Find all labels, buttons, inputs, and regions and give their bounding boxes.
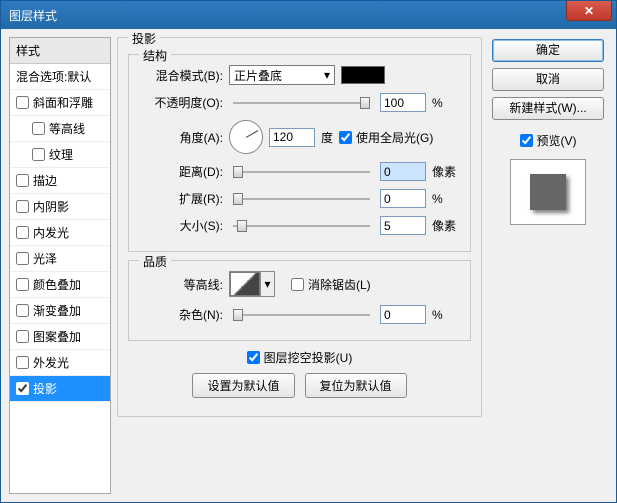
layer-style-dialog: 图层样式 ✕ 样式 混合选项:默认 斜面和浮雕等高线纹理描边内阴影内发光光泽颜色… bbox=[0, 0, 617, 503]
cancel-button[interactable]: 取消 bbox=[492, 68, 604, 91]
contour-dropdown[interactable]: ▾ bbox=[260, 272, 274, 296]
drop-shadow-panel: 投影 结构 混合模式(B): 正片叠底 ▾ 不透明度(O): bbox=[117, 37, 482, 417]
style-item-contour[interactable]: 等高线 bbox=[10, 116, 110, 142]
angle-dial[interactable] bbox=[229, 120, 263, 154]
style-item-bevel[interactable]: 斜面和浮雕 bbox=[10, 90, 110, 116]
style-item-innershadow[interactable]: 内阴影 bbox=[10, 194, 110, 220]
close-icon: ✕ bbox=[584, 4, 594, 18]
angle-input[interactable] bbox=[269, 128, 315, 147]
reset-default-button[interactable]: 复位为默认值 bbox=[305, 373, 407, 398]
make-default-button[interactable]: 设置为默认值 bbox=[192, 373, 294, 398]
spread-slider[interactable] bbox=[233, 191, 370, 207]
global-light-checkbox[interactable]: 使用全局光(G) bbox=[339, 129, 433, 146]
close-button[interactable]: ✕ bbox=[566, 1, 612, 21]
noise-label: 杂色(N): bbox=[137, 306, 223, 323]
distance-label: 距离(D): bbox=[137, 163, 223, 180]
ok-button[interactable]: 确定 bbox=[492, 39, 604, 62]
noise-input[interactable] bbox=[380, 305, 426, 324]
noise-slider[interactable] bbox=[233, 307, 370, 323]
panel-legend: 投影 bbox=[128, 30, 160, 47]
style-item-satin[interactable]: 光泽 bbox=[10, 246, 110, 272]
titlebar: 图层样式 ✕ bbox=[1, 1, 616, 29]
opacity-label: 不透明度(O): bbox=[137, 94, 223, 111]
contour-label: 等高线: bbox=[137, 276, 223, 293]
style-item-gradoverlay[interactable]: 渐变叠加 bbox=[10, 298, 110, 324]
size-slider[interactable] bbox=[233, 218, 370, 234]
size-input[interactable] bbox=[380, 216, 426, 235]
structure-legend: 结构 bbox=[139, 47, 171, 64]
spread-input[interactable] bbox=[380, 189, 426, 208]
shadow-color-swatch[interactable] bbox=[341, 66, 385, 84]
blend-mode-label: 混合模式(B): bbox=[137, 67, 223, 84]
opacity-slider[interactable] bbox=[233, 95, 370, 111]
contour-picker[interactable] bbox=[230, 272, 260, 296]
angle-label: 角度(A): bbox=[137, 129, 223, 146]
distance-slider[interactable] bbox=[233, 164, 370, 180]
styles-header: 样式 bbox=[10, 38, 110, 64]
distance-input[interactable] bbox=[380, 162, 426, 181]
style-item-dropshadow[interactable]: 投影 bbox=[10, 376, 110, 402]
antialias-checkbox[interactable]: 消除锯齿(L) bbox=[291, 276, 371, 293]
style-item-innerglow[interactable]: 内发光 bbox=[10, 220, 110, 246]
style-item-patoverlay[interactable]: 图案叠加 bbox=[10, 324, 110, 350]
styles-list: 样式 混合选项:默认 斜面和浮雕等高线纹理描边内阴影内发光光泽颜色叠加渐变叠加图… bbox=[9, 37, 111, 494]
spread-label: 扩展(R): bbox=[137, 190, 223, 207]
quality-group: 品质 等高线: ▾ 消除锯齿(L) 杂色(N): bbox=[128, 260, 471, 341]
opacity-input[interactable] bbox=[380, 93, 426, 112]
structure-group: 结构 混合模式(B): 正片叠底 ▾ 不透明度(O): % bbox=[128, 54, 471, 252]
chevron-down-icon: ▾ bbox=[324, 68, 330, 82]
quality-legend: 品质 bbox=[139, 253, 171, 270]
blend-mode-select[interactable]: 正片叠底 ▾ bbox=[229, 65, 335, 85]
size-label: 大小(S): bbox=[137, 217, 223, 234]
new-style-button[interactable]: 新建样式(W)... bbox=[492, 97, 604, 120]
style-item-stroke[interactable]: 描边 bbox=[10, 168, 110, 194]
style-item-coloroverlay[interactable]: 颜色叠加 bbox=[10, 272, 110, 298]
blend-options-item[interactable]: 混合选项:默认 bbox=[10, 64, 110, 90]
preview-box bbox=[510, 159, 586, 225]
preview-checkbox[interactable]: 预览(V) bbox=[520, 132, 577, 149]
style-item-outerglow[interactable]: 外发光 bbox=[10, 350, 110, 376]
knockout-checkbox[interactable]: 图层挖空投影(U) bbox=[247, 349, 353, 366]
window-title: 图层样式 bbox=[9, 7, 57, 24]
style-item-texture[interactable]: 纹理 bbox=[10, 142, 110, 168]
